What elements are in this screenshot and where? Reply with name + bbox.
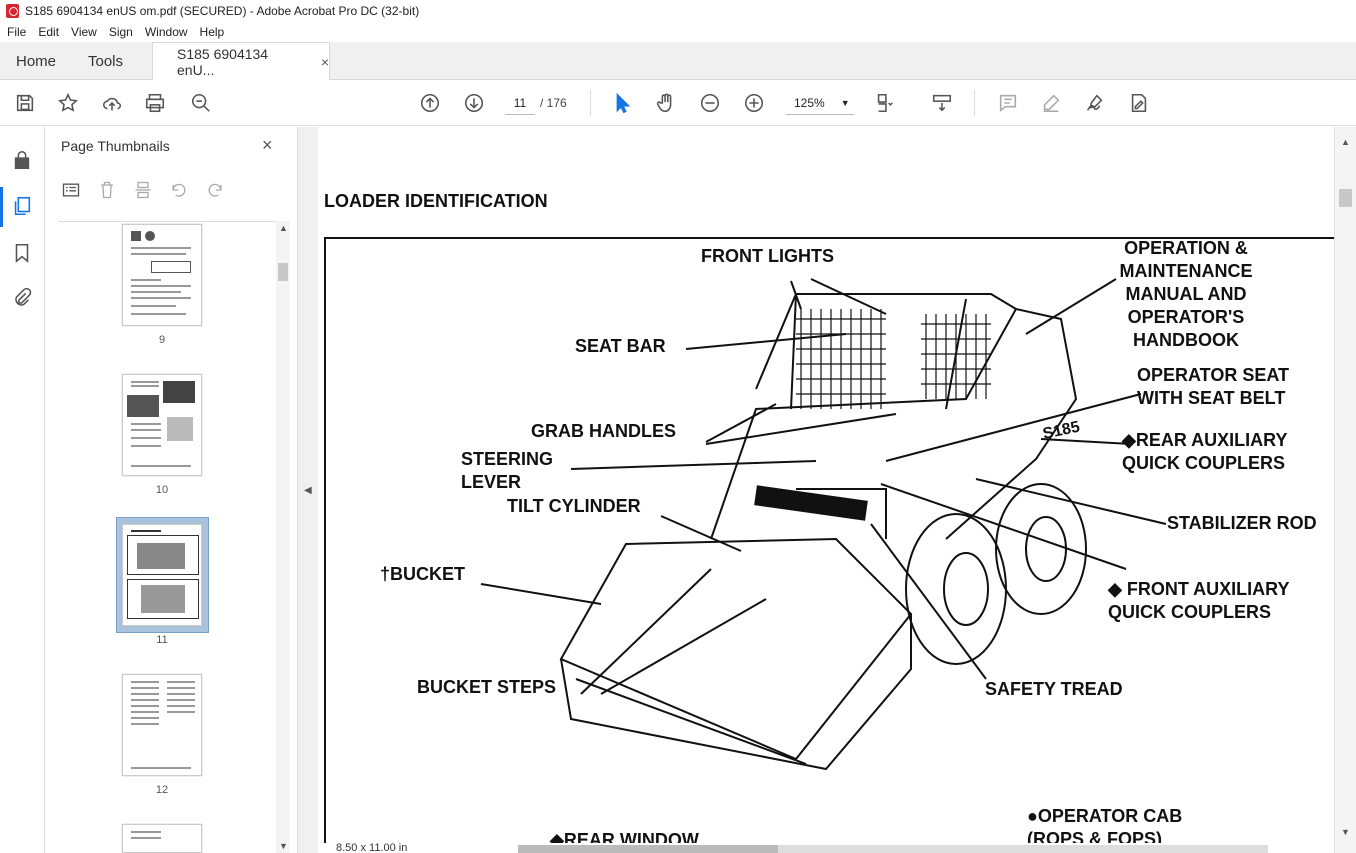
label-operator-seat: OPERATOR SEAT WITH SEAT BELT [1137, 365, 1290, 408]
bookmark-icon[interactable] [11, 242, 33, 264]
label-bucket: †BUCKET [380, 564, 466, 584]
scroll-down-icon[interactable]: ▼ [1341, 827, 1350, 837]
panel-title: Page Thumbnails [61, 138, 170, 154]
thumbnail-page-9[interactable] [122, 224, 202, 326]
zoom-in-icon[interactable] [741, 90, 767, 116]
document-scrollbar[interactable]: ▲ ▼ [1334, 127, 1356, 853]
menu-sign[interactable]: Sign [102, 25, 138, 39]
label-operation-manual: OPERATION & MAINTENANCE MANUAL AND OPERA… [1119, 238, 1253, 350]
scroll-down-icon[interactable]: ▼ [279, 841, 288, 851]
menu-help[interactable]: Help [193, 25, 230, 39]
select-pointer-icon[interactable] [609, 90, 635, 116]
thumbnail-label: 11 [156, 634, 168, 646]
page-thumbnails-panel: Page Thumbnails × 9 10 11 12 ▲ ▼ [46, 127, 298, 853]
acrobat-logo-icon [6, 4, 19, 18]
toolbar-divider [974, 90, 975, 116]
divider [58, 221, 286, 222]
thumbnail-page-13[interactable] [122, 824, 202, 853]
page-heading: LOADER IDENTIFICATION [324, 191, 548, 211]
fill-sign-icon[interactable] [1126, 90, 1152, 116]
page-display-icon[interactable] [872, 90, 898, 116]
toolbar-divider [590, 90, 591, 116]
document-view[interactable]: LOADER IDENTIFICATION S185 FRONT LIGHTS … [318, 127, 1334, 853]
label-front-auxiliary: ◆ FRONT AUXILIARY QUICK COUPLERS [1108, 579, 1290, 622]
label-seat-bar: SEAT BAR [575, 336, 666, 356]
title-bar: S185 6904134 enUS om.pdf (SECURED) - Ado… [0, 0, 1356, 22]
cage-grid [796, 309, 991, 409]
attachment-icon[interactable] [11, 287, 33, 309]
horizontal-scroll-thumb[interactable] [518, 845, 778, 853]
comment-icon[interactable] [995, 90, 1021, 116]
label-safety-tread: SAFETY TREAD [985, 679, 1123, 699]
active-indicator [0, 187, 3, 227]
status-bar: 8.50 x 11.00 in [318, 843, 1334, 853]
page-total: / 176 [540, 96, 567, 110]
page-size: 8.50 x 11.00 in [336, 843, 408, 853]
label-stabilizer-rod: STABILIZER ROD [1167, 513, 1317, 533]
next-page-icon[interactable] [461, 90, 487, 116]
scroll-up-icon[interactable]: ▲ [1341, 137, 1350, 147]
thumbnail-toolbar [61, 179, 227, 203]
label-bucket-steps: BUCKET STEPS [417, 677, 557, 697]
rotate-left-icon[interactable] [169, 180, 191, 202]
tab-bar: Home Tools S185 6904134 enU... × [0, 42, 1356, 81]
thumbnail-label: 12 [155, 784, 169, 796]
close-tab-icon[interactable]: × [321, 54, 329, 70]
tab-document-label: S185 6904134 enU... [177, 46, 269, 78]
lock-icon[interactable] [11, 149, 33, 171]
thumbnail-label: 10 [155, 484, 169, 496]
zoom-level-select[interactable]: 125% ▼ [786, 91, 854, 115]
scroll-mode-icon[interactable] [929, 90, 955, 116]
pages-icon[interactable] [11, 195, 33, 217]
thumbnail-page-11[interactable] [122, 524, 202, 626]
thumbnail-scrollbar[interactable]: ▲ ▼ [276, 221, 290, 853]
thumbnail-page-12[interactable] [122, 674, 202, 776]
zoom-level-value: 125% [794, 95, 825, 110]
print-icon[interactable] [142, 90, 168, 116]
options-menu-icon[interactable] [61, 180, 83, 202]
left-rail [0, 127, 45, 853]
thumbnail-page-10[interactable] [122, 374, 202, 476]
collapse-panel-handle[interactable]: ◀ [298, 127, 318, 853]
scroll-up-icon[interactable]: ▲ [279, 223, 288, 233]
upload-cloud-icon[interactable] [99, 90, 125, 116]
menu-window[interactable]: Window [138, 25, 193, 39]
menu-bar: File Edit View Sign Window Help [0, 22, 1356, 42]
page-number-input[interactable]: 11 [505, 91, 535, 115]
save-icon[interactable] [12, 90, 38, 116]
close-panel-icon[interactable]: × [262, 135, 273, 156]
label-tilt-cylinder: TILT CYLINDER [507, 496, 641, 516]
main-toolbar: 11 / 176 125% ▼ [0, 80, 1356, 126]
bookmark-star-icon[interactable] [55, 90, 81, 116]
tab-tools[interactable]: Tools [88, 42, 123, 80]
chevron-left-icon: ◀ [304, 485, 312, 496]
scroll-thumb[interactable] [1339, 189, 1352, 207]
tab-home[interactable]: Home [16, 42, 56, 80]
sign-icon[interactable] [1082, 90, 1108, 116]
label-rear-auxiliary: ◆REAR AUXILIARY QUICK COUPLERS [1122, 430, 1288, 473]
search-zoom-icon[interactable] [188, 90, 214, 116]
window-title: S185 6904134 enUS om.pdf (SECURED) - Ado… [25, 4, 420, 18]
loader-figure: S185 FRONT LIGHTS OPERATION & MAINTENANC… [324, 237, 1334, 853]
menu-edit[interactable]: Edit [31, 25, 64, 39]
scroll-thumb[interactable] [278, 263, 288, 281]
label-grab-handles: GRAB HANDLES [531, 421, 677, 441]
delete-page-icon[interactable] [97, 180, 119, 202]
rotate-right-icon[interactable] [205, 180, 227, 202]
hand-tool-icon[interactable] [653, 90, 679, 116]
menu-view[interactable]: View [64, 25, 102, 39]
previous-page-icon[interactable] [417, 90, 443, 116]
insert-page-icon[interactable] [133, 180, 155, 202]
tab-document[interactable]: S185 6904134 enU... × [152, 42, 330, 81]
highlight-pen-icon[interactable] [1038, 90, 1064, 116]
chevron-down-icon: ▼ [840, 97, 850, 108]
label-front-lights: FRONT LIGHTS [701, 246, 834, 266]
zoom-out-icon[interactable] [697, 90, 723, 116]
label-steering-lever: STEERING LEVER [461, 449, 554, 492]
thumbnail-label: 9 [158, 334, 166, 346]
menu-file[interactable]: File [0, 25, 31, 39]
